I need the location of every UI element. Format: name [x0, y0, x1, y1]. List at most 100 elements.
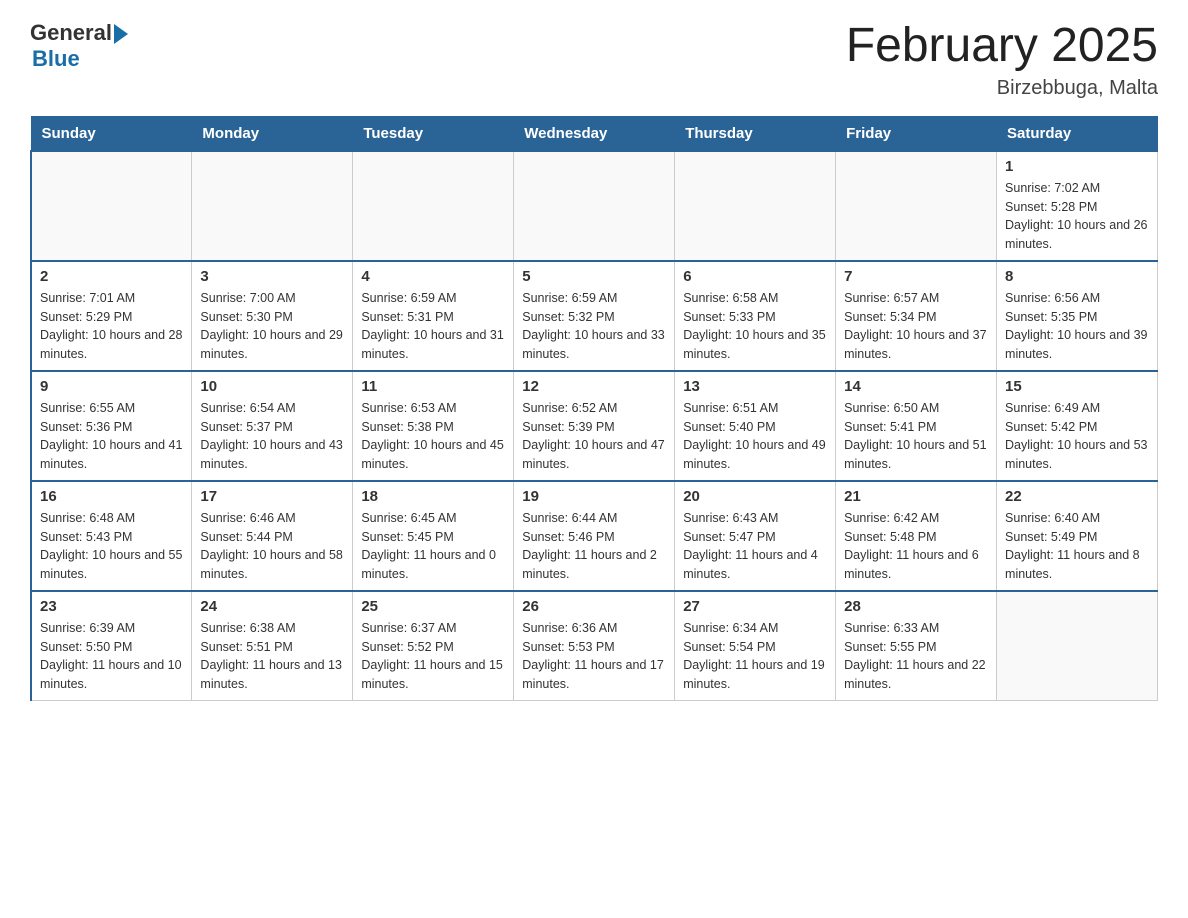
- calendar-cell: 17 Sunrise: 6:46 AM Sunset: 5:44 PM Dayli…: [192, 481, 353, 591]
- calendar-cell: 10 Sunrise: 6:54 AM Sunset: 5:37 PM Dayli…: [192, 371, 353, 481]
- day-number: 10: [200, 378, 344, 395]
- day-info: Sunrise: 6:51 AM Sunset: 5:40 PM Dayligh…: [683, 399, 827, 474]
- day-number: 7: [844, 268, 988, 285]
- day-info: Sunrise: 6:59 AM Sunset: 5:31 PM Dayligh…: [361, 289, 505, 364]
- day-info: Sunrise: 6:46 AM Sunset: 5:44 PM Dayligh…: [200, 509, 344, 584]
- calendar-cell: [514, 151, 675, 261]
- day-info: Sunrise: 6:43 AM Sunset: 5:47 PM Dayligh…: [683, 509, 827, 584]
- logo-general-text: General: [30, 20, 112, 46]
- day-number: 9: [40, 378, 183, 395]
- calendar-cell: 11 Sunrise: 6:53 AM Sunset: 5:38 PM Dayli…: [353, 371, 514, 481]
- day-info: Sunrise: 6:50 AM Sunset: 5:41 PM Dayligh…: [844, 399, 988, 474]
- calendar-cell: 5 Sunrise: 6:59 AM Sunset: 5:32 PM Daylig…: [514, 261, 675, 371]
- day-info: Sunrise: 6:44 AM Sunset: 5:46 PM Dayligh…: [522, 509, 666, 584]
- logo: General Blue: [30, 20, 128, 72]
- calendar-cell: [997, 591, 1158, 701]
- logo-arrow-icon: [114, 24, 128, 44]
- calendar-cell: 26 Sunrise: 6:36 AM Sunset: 5:53 PM Dayli…: [514, 591, 675, 701]
- calendar-week-row: 16Sunrise: 6:48 AM Sunset: 5:43 PM Dayli…: [31, 481, 1158, 591]
- day-number: 25: [361, 598, 505, 615]
- day-info: Sunrise: 6:33 AM Sunset: 5:55 PM Dayligh…: [844, 619, 988, 694]
- day-number: 22: [1005, 488, 1149, 505]
- day-info: Sunrise: 6:45 AM Sunset: 5:45 PM Dayligh…: [361, 509, 505, 584]
- day-info: Sunrise: 7:02 AM Sunset: 5:28 PM Dayligh…: [1005, 179, 1149, 254]
- day-number: 28: [844, 598, 988, 615]
- day-info: Sunrise: 6:34 AM Sunset: 5:54 PM Dayligh…: [683, 619, 827, 694]
- day-info: Sunrise: 6:58 AM Sunset: 5:33 PM Dayligh…: [683, 289, 827, 364]
- calendar-cell: 22 Sunrise: 6:40 AM Sunset: 5:49 PM Dayli…: [997, 481, 1158, 591]
- calendar-cell: 25 Sunrise: 6:37 AM Sunset: 5:52 PM Dayli…: [353, 591, 514, 701]
- day-number: 23: [40, 598, 183, 615]
- day-info: Sunrise: 6:57 AM Sunset: 5:34 PM Dayligh…: [844, 289, 988, 364]
- calendar-cell: [31, 151, 192, 261]
- day-number: 3: [200, 268, 344, 285]
- day-info: Sunrise: 6:53 AM Sunset: 5:38 PM Dayligh…: [361, 399, 505, 474]
- calendar-header-thursday: Thursday: [675, 116, 836, 151]
- calendar-cell: 20 Sunrise: 6:43 AM Sunset: 5:47 PM Dayli…: [675, 481, 836, 591]
- calendar-cell: 28 Sunrise: 6:33 AM Sunset: 5:55 PM Dayli…: [836, 591, 997, 701]
- calendar-cell: 24 Sunrise: 6:38 AM Sunset: 5:51 PM Dayli…: [192, 591, 353, 701]
- day-info: Sunrise: 6:37 AM Sunset: 5:52 PM Dayligh…: [361, 619, 505, 694]
- day-number: 16: [40, 488, 183, 505]
- day-number: 8: [1005, 268, 1149, 285]
- calendar-header-saturday: Saturday: [997, 116, 1158, 151]
- calendar-table: SundayMondayTuesdayWednesdayThursdayFrid…: [30, 116, 1158, 701]
- day-info: Sunrise: 6:55 AM Sunset: 5:36 PM Dayligh…: [40, 399, 183, 474]
- day-number: 14: [844, 378, 988, 395]
- calendar-cell: 19 Sunrise: 6:44 AM Sunset: 5:46 PM Dayli…: [514, 481, 675, 591]
- day-info: Sunrise: 6:42 AM Sunset: 5:48 PM Dayligh…: [844, 509, 988, 584]
- day-number: 13: [683, 378, 827, 395]
- calendar-cell: 1 Sunrise: 7:02 AM Sunset: 5:28 PM Daylig…: [997, 151, 1158, 261]
- day-number: 24: [200, 598, 344, 615]
- calendar-header-row: SundayMondayTuesdayWednesdayThursdayFrid…: [31, 116, 1158, 151]
- day-info: Sunrise: 6:36 AM Sunset: 5:53 PM Dayligh…: [522, 619, 666, 694]
- calendar-cell: 6 Sunrise: 6:58 AM Sunset: 5:33 PM Daylig…: [675, 261, 836, 371]
- calendar-cell: 15 Sunrise: 6:49 AM Sunset: 5:42 PM Dayli…: [997, 371, 1158, 481]
- day-number: 18: [361, 488, 505, 505]
- day-info: Sunrise: 6:54 AM Sunset: 5:37 PM Dayligh…: [200, 399, 344, 474]
- calendar-cell: 3Sunrise: 7:00 AM Sunset: 5:30 PM Daylig…: [192, 261, 353, 371]
- calendar-cell: [192, 151, 353, 261]
- logo-blue-text: Blue: [32, 46, 80, 72]
- page-header: General Blue February 2025 Birzebbuga, M…: [30, 20, 1158, 100]
- calendar-cell: 13 Sunrise: 6:51 AM Sunset: 5:40 PM Dayli…: [675, 371, 836, 481]
- day-number: 19: [522, 488, 666, 505]
- calendar-cell: [353, 151, 514, 261]
- calendar-week-row: 1 Sunrise: 7:02 AM Sunset: 5:28 PM Daylig…: [31, 151, 1158, 261]
- calendar-cell: 27 Sunrise: 6:34 AM Sunset: 5:54 PM Dayli…: [675, 591, 836, 701]
- day-number: 26: [522, 598, 666, 615]
- day-info: Sunrise: 6:49 AM Sunset: 5:42 PM Dayligh…: [1005, 399, 1149, 474]
- day-number: 6: [683, 268, 827, 285]
- day-number: 21: [844, 488, 988, 505]
- calendar-cell: [836, 151, 997, 261]
- day-info: Sunrise: 6:40 AM Sunset: 5:49 PM Dayligh…: [1005, 509, 1149, 584]
- day-info: Sunrise: 6:38 AM Sunset: 5:51 PM Dayligh…: [200, 619, 344, 694]
- title-section: February 2025 Birzebbuga, Malta: [846, 20, 1158, 100]
- day-number: 11: [361, 378, 505, 395]
- day-number: 15: [1005, 378, 1149, 395]
- day-number: 27: [683, 598, 827, 615]
- calendar-cell: 4 Sunrise: 6:59 AM Sunset: 5:31 PM Daylig…: [353, 261, 514, 371]
- calendar-cell: [675, 151, 836, 261]
- month-title: February 2025: [846, 20, 1158, 73]
- calendar-header-wednesday: Wednesday: [514, 116, 675, 151]
- day-number: 17: [200, 488, 344, 505]
- calendar-cell: 8 Sunrise: 6:56 AM Sunset: 5:35 PM Daylig…: [997, 261, 1158, 371]
- calendar-week-row: 9 Sunrise: 6:55 AM Sunset: 5:36 PM Daylig…: [31, 371, 1158, 481]
- calendar-cell: 18 Sunrise: 6:45 AM Sunset: 5:45 PM Dayli…: [353, 481, 514, 591]
- day-number: 5: [522, 268, 666, 285]
- calendar-cell: 7 Sunrise: 6:57 AM Sunset: 5:34 PM Daylig…: [836, 261, 997, 371]
- calendar-header-tuesday: Tuesday: [353, 116, 514, 151]
- day-info: Sunrise: 6:39 AM Sunset: 5:50 PM Dayligh…: [40, 619, 183, 694]
- day-info: Sunrise: 6:56 AM Sunset: 5:35 PM Dayligh…: [1005, 289, 1149, 364]
- calendar-cell: 21 Sunrise: 6:42 AM Sunset: 5:48 PM Dayli…: [836, 481, 997, 591]
- day-number: 1: [1005, 158, 1149, 175]
- calendar-cell: 16Sunrise: 6:48 AM Sunset: 5:43 PM Dayli…: [31, 481, 192, 591]
- day-info: Sunrise: 6:59 AM Sunset: 5:32 PM Dayligh…: [522, 289, 666, 364]
- calendar-header-sunday: Sunday: [31, 116, 192, 151]
- day-number: 20: [683, 488, 827, 505]
- calendar-cell: 12Sunrise: 6:52 AM Sunset: 5:39 PM Dayli…: [514, 371, 675, 481]
- day-info: Sunrise: 7:01 AM Sunset: 5:29 PM Dayligh…: [40, 289, 183, 364]
- day-number: 4: [361, 268, 505, 285]
- day-info: Sunrise: 6:52 AM Sunset: 5:39 PM Dayligh…: [522, 399, 666, 474]
